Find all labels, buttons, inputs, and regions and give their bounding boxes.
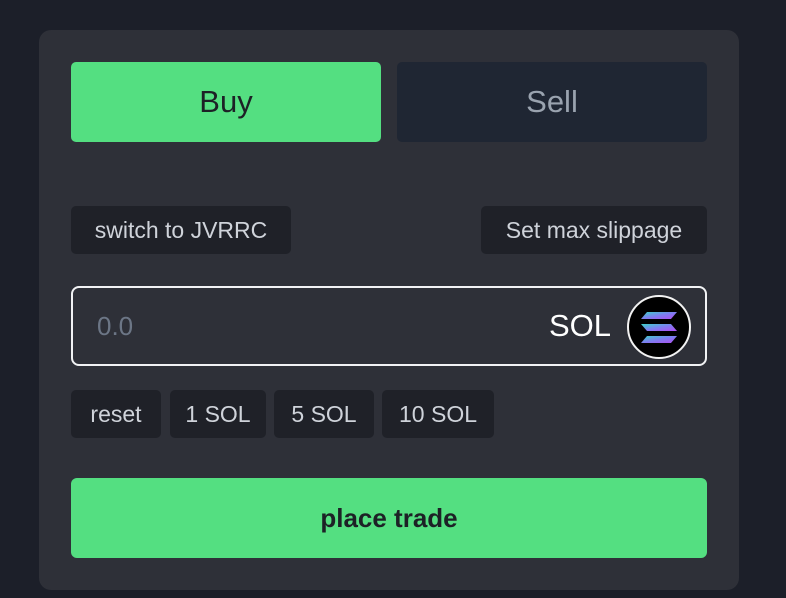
amount-field: SOL bbox=[71, 286, 707, 366]
solana-icon bbox=[627, 295, 691, 359]
preset-5-sol-button[interactable]: 5 SOL bbox=[274, 390, 374, 438]
tab-sell[interactable]: Sell bbox=[397, 62, 707, 142]
preset-10-sol-button[interactable]: 10 SOL bbox=[382, 390, 494, 438]
trade-panel: Buy Sell switch to JVRRC Set max slippag… bbox=[39, 30, 739, 590]
amount-input[interactable] bbox=[97, 304, 497, 348]
currency-label: SOL bbox=[548, 308, 611, 343]
place-trade-button[interactable]: place trade bbox=[71, 478, 707, 558]
tab-buy[interactable]: Buy bbox=[71, 62, 381, 142]
switch-token-button[interactable]: switch to JVRRC bbox=[71, 206, 291, 254]
preset-1-sol-button[interactable]: 1 SOL bbox=[170, 390, 266, 438]
max-slippage-button[interactable]: Set max slippage bbox=[481, 206, 707, 254]
preset-reset-button[interactable]: reset bbox=[71, 390, 161, 438]
